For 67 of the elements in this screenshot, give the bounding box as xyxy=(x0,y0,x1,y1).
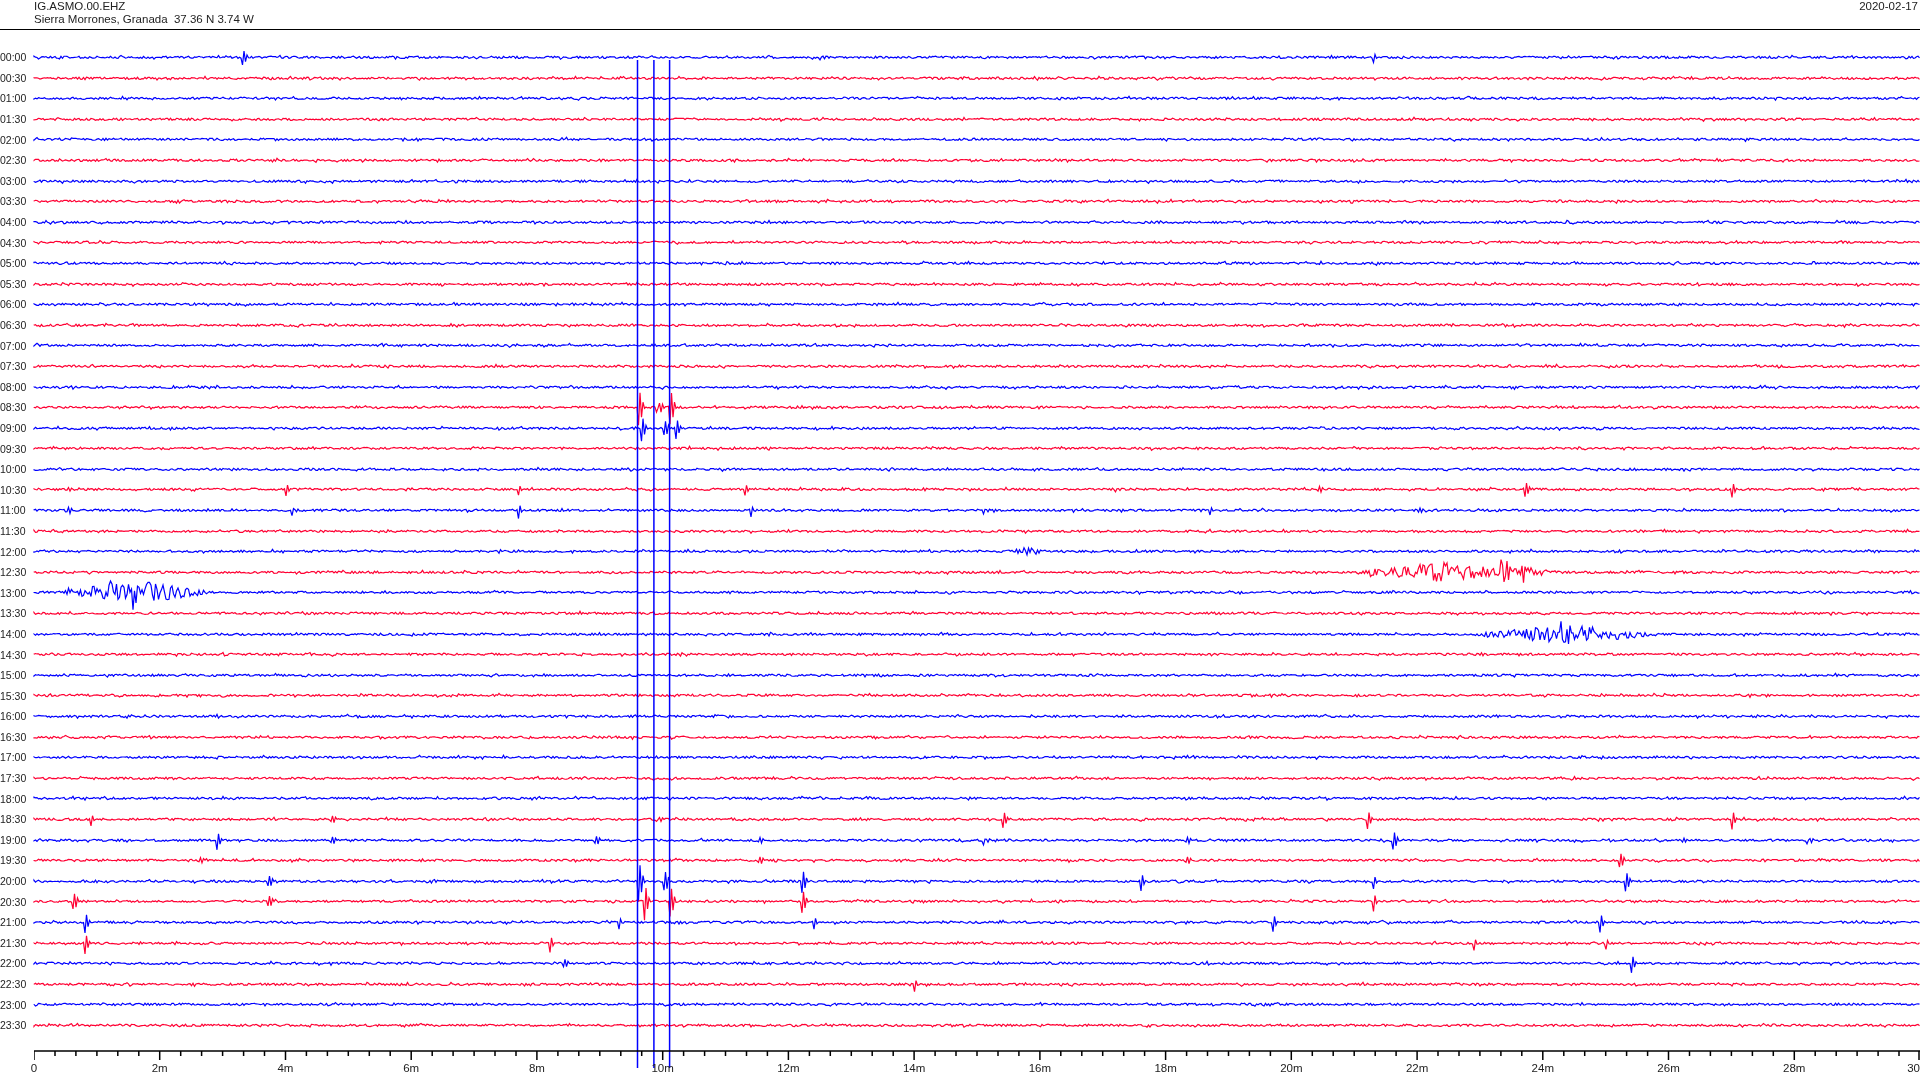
trace-time-label: 10:00 xyxy=(0,463,28,476)
station-location: Sierra Morrones, Granada 37.36 N 3.74 W xyxy=(34,13,254,26)
trace-time-label: 20:30 xyxy=(0,895,28,908)
trace-time-label: 14:00 xyxy=(0,627,28,640)
trace-time-label: 02:30 xyxy=(0,154,28,167)
trace-time-label: 11:30 xyxy=(0,524,27,537)
axis-tick-label: 18m xyxy=(1154,1061,1177,1075)
trace-time-label: 19:30 xyxy=(0,854,28,867)
trace-time-label: 06:30 xyxy=(0,319,28,331)
trace-time-label: 18:00 xyxy=(0,792,28,805)
trace-time-label: 15:30 xyxy=(0,689,28,702)
trace-time-label: 13:00 xyxy=(0,586,28,599)
trace-time-label: 05:00 xyxy=(0,257,28,270)
station-code: IG.ASMO.00.EHZ xyxy=(34,0,127,13)
trace-time-label: 14:30 xyxy=(0,648,28,661)
trace-time-label: 01:30 xyxy=(0,113,28,126)
trace-time-label: 16:30 xyxy=(0,730,28,743)
axis-tick-label: 0 xyxy=(30,1061,38,1075)
plot-date: 2020-02-17 xyxy=(1859,0,1918,14)
axis-tick-label: 22m xyxy=(1405,1061,1429,1075)
trace-time-label: 08:00 xyxy=(0,380,28,393)
trace-time-label: 04:30 xyxy=(0,236,28,249)
trace-time-label: 08:30 xyxy=(0,401,28,414)
trace-time-label: 12:00 xyxy=(0,545,28,558)
axis-tick-label: 12m xyxy=(777,1061,800,1075)
trace-time-label: 10:30 xyxy=(0,483,28,496)
trace-time-label: 15:00 xyxy=(0,669,28,682)
trace-time-label: 23:30 xyxy=(0,1019,28,1032)
trace-time-label: 03:30 xyxy=(0,195,28,208)
axis-tick-label: 24m xyxy=(1531,1061,1554,1075)
trace-time-label: 01:00 xyxy=(0,92,28,105)
trace-time-label: 00:00 xyxy=(0,51,28,64)
axis-tick-label: 4m xyxy=(277,1061,294,1075)
trace-time-label: 07:00 xyxy=(0,339,28,352)
trace-time-label: 17:30 xyxy=(0,772,28,785)
trace-time-label: 12:30 xyxy=(0,566,28,579)
trace-time-label: 04:00 xyxy=(0,216,28,229)
trace-time-label: 16:00 xyxy=(0,710,28,723)
trace-time-label: 23:00 xyxy=(0,998,28,1011)
axis-tick-label: 8m xyxy=(528,1061,545,1075)
trace-time-label: 00:30 xyxy=(0,71,28,84)
trace-time-label: 22:00 xyxy=(0,957,28,970)
trace-time-label: 22:30 xyxy=(0,978,28,990)
axis-tick-label: 10m xyxy=(651,1061,674,1075)
trace-time-label: 09:00 xyxy=(0,422,28,434)
trace-time-label: 19:00 xyxy=(0,833,28,846)
axis-tick-label: 2m xyxy=(151,1061,168,1075)
trace-time-label: 20:00 xyxy=(0,875,28,888)
trace-time-label: 07:30 xyxy=(0,360,28,373)
trace-time-label: 13:30 xyxy=(0,607,28,620)
axis-tick-label: 20m xyxy=(1280,1061,1303,1075)
axis-tick-label: 14m xyxy=(902,1061,926,1075)
trace-time-label: 06:00 xyxy=(0,298,28,311)
axis-tick-label: 6m xyxy=(403,1061,420,1075)
axis-tick-label: 30 xyxy=(1907,1061,1920,1075)
trace-time-label: 05:30 xyxy=(0,277,28,290)
trace-time-label: 17:00 xyxy=(0,751,28,764)
trace-time-label: 02:00 xyxy=(0,133,28,146)
trace-time-label: 21:30 xyxy=(0,936,28,949)
trace-time-label: 18:30 xyxy=(0,813,28,826)
trace-time-label: 11:00 xyxy=(0,504,27,517)
trace-time-label: 03:00 xyxy=(0,174,28,187)
trace-time-label: 09:30 xyxy=(0,442,28,455)
axis-tick-label: 28m xyxy=(1783,1061,1806,1075)
axis-tick-label: 16m xyxy=(1028,1061,1052,1075)
trace-time-label: 21:00 xyxy=(0,916,28,929)
axis-tick-label: 26m xyxy=(1657,1061,1680,1075)
